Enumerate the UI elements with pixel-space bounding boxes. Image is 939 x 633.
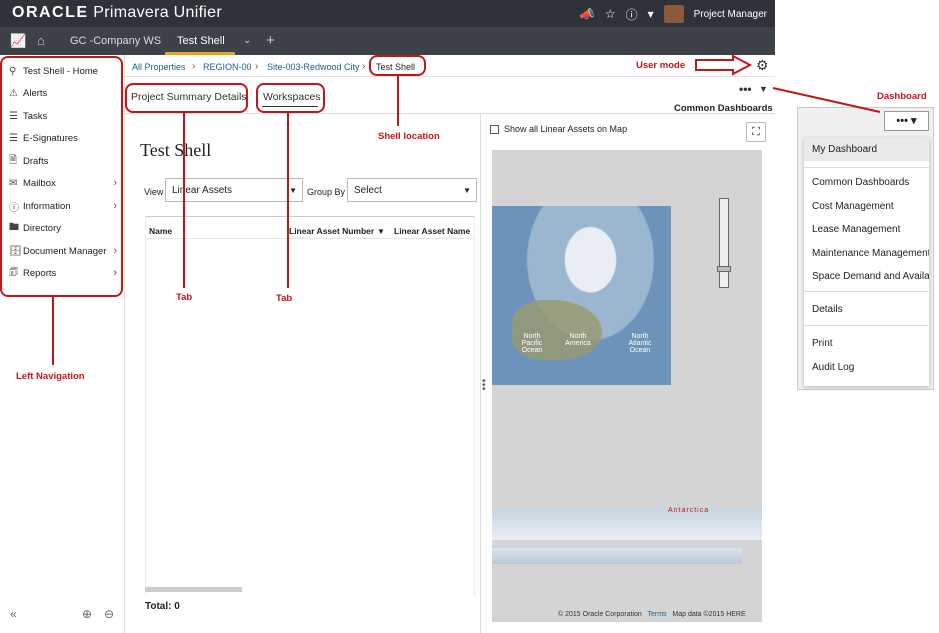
map-label-pacific: North Pacific Ocean bbox=[521, 333, 543, 354]
gear-icon[interactable]: ⚙ bbox=[756, 57, 769, 74]
checkbox-label: Show all Linear Assets on Map bbox=[504, 124, 628, 134]
annotation-dashboard: Dashboard bbox=[877, 91, 927, 102]
zoom-in-icon[interactable]: ⊕ bbox=[82, 607, 92, 621]
annotation-tab-2: Tab bbox=[276, 293, 293, 304]
plus-icon[interactable]: + bbox=[266, 32, 275, 49]
star-icon[interactable]: ☆ bbox=[605, 7, 616, 21]
dashboard-menu: My Dashboard Common Dashboards Cost Mana… bbox=[804, 138, 929, 386]
breadcrumb-region[interactable]: REGION-00 bbox=[203, 62, 252, 72]
top-bar: ORACLE Primavera Unifier 📣 ☆ ⓘ ▾ Project… bbox=[0, 0, 775, 27]
page-title: Test Shell bbox=[140, 140, 212, 160]
annotation-user-mode: User mode bbox=[636, 60, 686, 71]
column-header-linear-asset-number[interactable]: Linear Asset Number bbox=[289, 226, 374, 236]
user-role[interactable]: Project Manager bbox=[694, 9, 767, 20]
map-tile bbox=[492, 548, 742, 564]
breadcrumb-all-properties[interactable]: All Properties bbox=[132, 62, 186, 72]
menu-item-common-dashboards[interactable]: Common Dashboards bbox=[812, 177, 909, 188]
chevron-down-icon[interactable]: ⌄ bbox=[243, 35, 251, 46]
dashboard-more-button[interactable]: ••• ▾ bbox=[884, 111, 929, 131]
menu-divider bbox=[804, 167, 929, 168]
annotation-tab-1: Tab bbox=[176, 292, 193, 303]
breadcrumb-site[interactable]: Site-003-Redwood City bbox=[267, 62, 360, 72]
map-label-atlantic: North Atlantic Ocean bbox=[628, 333, 652, 354]
sort-icon[interactable]: ▼ bbox=[377, 227, 385, 236]
more-icon[interactable]: ••• bbox=[739, 82, 752, 96]
help-icon[interactable]: ⓘ bbox=[626, 6, 638, 23]
menu-item-space-demand[interactable]: Space Demand and Availability bbox=[812, 271, 929, 282]
map-label-antarctica: Antarctica bbox=[668, 507, 710, 514]
megaphone-icon[interactable]: 📣 bbox=[580, 7, 595, 21]
caret-down-icon: ▼ bbox=[463, 186, 471, 195]
map-attribution: © 2015 Oracle Corporation Terms Map data… bbox=[558, 611, 746, 618]
map-view[interactable]: North Pacific Ocean North America North … bbox=[492, 150, 762, 622]
chevron-down-icon[interactable]: ▼ bbox=[759, 84, 768, 94]
zoom-out-icon[interactable]: ⊖ bbox=[104, 607, 114, 621]
column-header-name[interactable]: Name bbox=[149, 226, 172, 236]
panel-splitter[interactable] bbox=[480, 113, 481, 633]
map-label-america: North America bbox=[565, 333, 591, 347]
chevron-right-icon: › bbox=[362, 61, 366, 72]
map-tile bbox=[492, 206, 671, 385]
menu-item-details[interactable]: Details bbox=[812, 304, 843, 315]
grid-divider bbox=[145, 238, 475, 239]
checkbox-icon bbox=[490, 124, 499, 134]
annotation-ring-shell-location bbox=[369, 55, 426, 76]
annotation-ring-left-nav bbox=[0, 56, 123, 297]
menu-divider bbox=[804, 291, 929, 292]
tab-test-shell[interactable]: Test Shell bbox=[177, 35, 225, 47]
home-icon[interactable]: ⌂ bbox=[37, 33, 45, 48]
menu-item-audit-log[interactable]: Audit Log bbox=[812, 362, 854, 373]
caret-down-icon: ▼ bbox=[289, 186, 297, 195]
top-icons: 📣 ☆ ⓘ ▾ Project Manager bbox=[580, 5, 767, 23]
group-by-label: Group By bbox=[307, 187, 346, 197]
total-count: Total: 0 bbox=[145, 601, 180, 612]
column-header-linear-asset-name[interactable]: Linear Asset Name bbox=[394, 226, 470, 236]
nav-footer: « ⊕ ⊖ bbox=[10, 607, 120, 621]
tab-company-ws[interactable]: GC -Company WS bbox=[70, 35, 161, 47]
avatar[interactable] bbox=[663, 5, 684, 23]
map-tile bbox=[492, 508, 762, 540]
map-zoom-handle[interactable] bbox=[717, 266, 731, 272]
menu-divider bbox=[804, 325, 929, 326]
view-select[interactable]: Linear Assets ▼ bbox=[165, 178, 303, 202]
menu-item-my-dashboard[interactable]: My Dashboard bbox=[812, 144, 877, 155]
oracle-logo: ORACLE Primavera Unifier bbox=[12, 4, 222, 21]
annotation-ring-tab2 bbox=[256, 83, 325, 113]
splitter-handle-icon[interactable]: • • • bbox=[482, 377, 486, 395]
chevron-down-icon[interactable]: ▾ bbox=[648, 7, 654, 21]
chevron-right-icon: › bbox=[255, 61, 259, 72]
data-grid bbox=[145, 216, 475, 596]
fullscreen-icon[interactable]: ⛶ bbox=[746, 122, 766, 142]
menu-item-maintenance-management[interactable]: Maintenance Management bbox=[812, 248, 929, 259]
map-zoom-slider[interactable] bbox=[719, 198, 729, 288]
menu-item-cost-management[interactable]: Cost Management bbox=[812, 201, 894, 212]
show-linear-assets-checkbox[interactable]: Show all Linear Assets on Map bbox=[490, 124, 627, 134]
chart-icon[interactable]: 📈 bbox=[10, 33, 26, 49]
map-terms-link[interactable]: Terms bbox=[647, 611, 666, 618]
view-label: View bbox=[144, 187, 164, 197]
group-by-select[interactable]: Select ▼ bbox=[347, 178, 477, 202]
annotation-left-navigation: Left Navigation bbox=[16, 371, 85, 382]
menu-item-print[interactable]: Print bbox=[812, 338, 833, 349]
tab-bar: 📈 ⌂ GC -Company WS Test Shell ⌄ + bbox=[0, 27, 775, 55]
horizontal-scrollbar[interactable] bbox=[145, 587, 242, 592]
collapse-icon[interactable]: « bbox=[10, 607, 17, 621]
menu-item-lease-management[interactable]: Lease Management bbox=[812, 224, 900, 235]
chevron-right-icon: › bbox=[192, 61, 196, 72]
annotation-ring-tab1 bbox=[125, 83, 248, 113]
annotation-shell-location: Shell location bbox=[378, 131, 440, 142]
